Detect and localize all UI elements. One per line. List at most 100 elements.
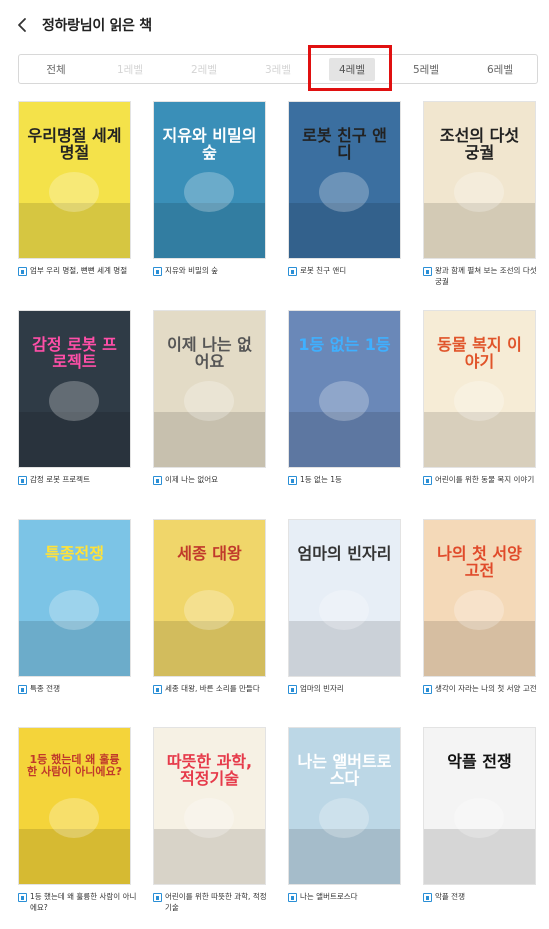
cover-title: 나의 첫 서양 고전: [437, 544, 522, 580]
tab-all[interactable]: 전체: [19, 55, 93, 83]
book-title[interactable]: 1등 없는 1등: [300, 475, 342, 486]
cover-illustration: [184, 172, 234, 212]
book-card[interactable]: 감정 로봇 프로젝트 감정 로봇 프로젝트: [18, 310, 138, 486]
cover-illustration: [184, 381, 234, 421]
book-card[interactable]: 지유와 비밀의 숲 지유와 비밀의 숲: [153, 101, 273, 277]
book-caption[interactable]: 1등 했는데 왜 훌륭한 사람이 아니에요?: [18, 892, 140, 914]
book-card[interactable]: 악플 전쟁 악플 전쟁: [423, 727, 543, 903]
ebook-icon: [18, 476, 27, 485]
level-tabs: 전체 1레벨 2레벨 3레벨 4레벨 5레벨 6레벨: [18, 54, 538, 84]
tab-label: 6레벨: [486, 63, 513, 76]
book-caption[interactable]: 엄부 우리 명절, 뻔뻔 세계 명절: [18, 266, 140, 277]
book-title[interactable]: 엄마의 빈자리: [300, 684, 344, 695]
book-card[interactable]: 나의 첫 서양 고전생각이 자라는 나의 첫 서양 고전: [423, 519, 543, 695]
book-caption[interactable]: 로봇 친구 앤디: [288, 266, 410, 277]
book-caption[interactable]: 이제 나는 없어요: [153, 475, 275, 486]
book-cover[interactable]: 특종전쟁: [18, 519, 131, 677]
book-title[interactable]: 세종 대왕, 바른 소리를 만들다: [165, 684, 260, 695]
book-card[interactable]: 1등 없는 1등 1등 없는 1등: [288, 310, 408, 486]
book-caption[interactable]: 왕과 함께 펼쳐 보는 조선의 다섯 궁궐: [423, 266, 545, 288]
book-card[interactable]: 조선의 다섯 궁궐왕과 함께 펼쳐 보는 조선의 다섯 궁궐: [423, 101, 543, 288]
book-cover[interactable]: 따뜻한 과학, 적정기술: [153, 727, 266, 885]
book-card[interactable]: 엄마의 빈자리 엄마의 빈자리: [288, 519, 408, 695]
book-cover[interactable]: 지유와 비밀의 숲: [153, 101, 266, 259]
book-title[interactable]: 어린이를 위한 따뜻한 과학, 적정 기술: [165, 892, 275, 914]
ebook-icon: [288, 893, 297, 902]
cover-title: 로봇 친구 앤디: [302, 126, 387, 162]
book-caption[interactable]: 1등 없는 1등: [288, 475, 410, 486]
tab-label: 3레벨: [264, 63, 291, 76]
ebook-icon: [423, 476, 432, 485]
book-title[interactable]: 생각이 자라는 나의 첫 서양 고전: [435, 684, 537, 695]
book-caption[interactable]: 어린이를 위한 따뜻한 과학, 적정 기술: [153, 892, 275, 914]
ebook-icon: [288, 267, 297, 276]
book-title[interactable]: 1등 했는데 왜 훌륭한 사람이 아니에요?: [30, 892, 140, 914]
cover-illustration: [49, 798, 99, 838]
cover-title: 조선의 다섯 궁궐: [439, 126, 520, 162]
book-card[interactable]: 따뜻한 과학, 적정기술어린이를 위한 따뜻한 과학, 적정 기술: [153, 727, 273, 914]
cover-title: 악플 전쟁: [447, 752, 512, 771]
book-caption[interactable]: 악플 전쟁: [423, 892, 545, 903]
book-cover[interactable]: 1등 했는데 왜 훌륭한 사람이 아니에요?: [18, 727, 131, 885]
book-cover[interactable]: 이제 나는 없어요: [153, 310, 266, 468]
book-cover[interactable]: 조선의 다섯 궁궐: [423, 101, 536, 259]
book-title[interactable]: 감정 로봇 프로젝트: [30, 475, 90, 486]
book-card[interactable]: 1등 했는데 왜 훌륭한 사람이 아니에요? 1등 했는데 왜 훌륭한 사람이 아…: [18, 727, 138, 914]
ebook-icon: [288, 476, 297, 485]
book-cover[interactable]: 우리명절 세계명절: [18, 101, 131, 259]
ebook-icon: [423, 685, 432, 694]
book-title[interactable]: 어린이를 위한 동물 복지 이야기: [435, 475, 534, 486]
book-cover[interactable]: 감정 로봇 프로젝트: [18, 310, 131, 468]
book-card[interactable]: 세종 대왕세종 대왕, 바른 소리를 만들다: [153, 519, 273, 695]
cover-title: 1등 없는 1등: [298, 335, 391, 354]
book-title[interactable]: 특종 전쟁: [30, 684, 60, 695]
book-card[interactable]: 이제 나는 없어요 이제 나는 없어요: [153, 310, 273, 486]
tab-level-4[interactable]: 4레벨: [315, 55, 389, 83]
book-cover[interactable]: 로봇 친구 앤디: [288, 101, 401, 259]
cover-illustration: [49, 172, 99, 212]
cover-title: 따뜻한 과학, 적정기술: [166, 752, 253, 788]
ebook-icon: [18, 685, 27, 694]
book-title[interactable]: 왕과 함께 펼쳐 보는 조선의 다섯 궁궐: [435, 266, 545, 288]
book-title[interactable]: 악플 전쟁: [435, 892, 465, 903]
book-title[interactable]: 엄부 우리 명절, 뻔뻔 세계 명절: [30, 266, 127, 277]
ebook-icon: [153, 893, 162, 902]
book-caption[interactable]: 나는 앨버트로스다: [288, 892, 410, 903]
book-cover[interactable]: 1등 없는 1등: [288, 310, 401, 468]
ebook-icon: [153, 685, 162, 694]
book-title[interactable]: 이제 나는 없어요: [165, 475, 218, 486]
book-cover[interactable]: 악플 전쟁: [423, 727, 536, 885]
book-caption[interactable]: 생각이 자라는 나의 첫 서양 고전: [423, 684, 545, 695]
book-caption[interactable]: 감정 로봇 프로젝트: [18, 475, 140, 486]
book-caption[interactable]: 엄마의 빈자리: [288, 684, 410, 695]
cover-title: 우리명절 세계명절: [27, 126, 122, 162]
cover-illustration: [319, 381, 369, 421]
book-title[interactable]: 지유와 비밀의 숲: [165, 266, 218, 277]
book-card[interactable]: 특종전쟁특종 전쟁: [18, 519, 138, 695]
tab-level-6[interactable]: 6레벨: [463, 55, 537, 83]
tab-label: 2레벨: [190, 63, 217, 76]
book-caption[interactable]: 지유와 비밀의 숲: [153, 266, 275, 277]
book-cover[interactable]: 동물 복지 이야기: [423, 310, 536, 468]
book-title[interactable]: 로봇 친구 앤디: [300, 266, 346, 277]
book-caption[interactable]: 어린이를 위한 동물 복지 이야기: [423, 475, 545, 486]
cover-title: 지유와 비밀의 숲: [162, 126, 257, 162]
cover-title: 특종전쟁: [45, 544, 104, 563]
book-cover[interactable]: 엄마의 빈자리: [288, 519, 401, 677]
book-caption[interactable]: 세종 대왕, 바른 소리를 만들다: [153, 684, 275, 695]
book-cover[interactable]: 나는 앨버트로스다: [288, 727, 401, 885]
tab-level-3: 3레벨: [241, 55, 315, 83]
tab-level-5[interactable]: 5레벨: [389, 55, 463, 83]
book-title[interactable]: 나는 앨버트로스다: [300, 892, 358, 903]
tab-label: 4레벨: [328, 57, 375, 81]
book-cover[interactable]: 세종 대왕: [153, 519, 266, 677]
book-caption[interactable]: 특종 전쟁: [18, 684, 140, 695]
book-card[interactable]: 로봇 친구 앤디 로봇 친구 앤디: [288, 101, 408, 277]
book-card[interactable]: 나는 앨버트로스다 나는 앨버트로스다: [288, 727, 408, 903]
cover-title: 감정 로봇 프로젝트: [32, 335, 117, 371]
book-cover[interactable]: 나의 첫 서양 고전: [423, 519, 536, 677]
back-button[interactable]: [12, 14, 34, 36]
cover-illustration: [454, 172, 504, 212]
book-card[interactable]: 우리명절 세계명절엄부 우리 명절, 뻔뻔 세계 명절: [18, 101, 138, 277]
book-card[interactable]: 동물 복지 이야기어린이를 위한 동물 복지 이야기: [423, 310, 543, 486]
